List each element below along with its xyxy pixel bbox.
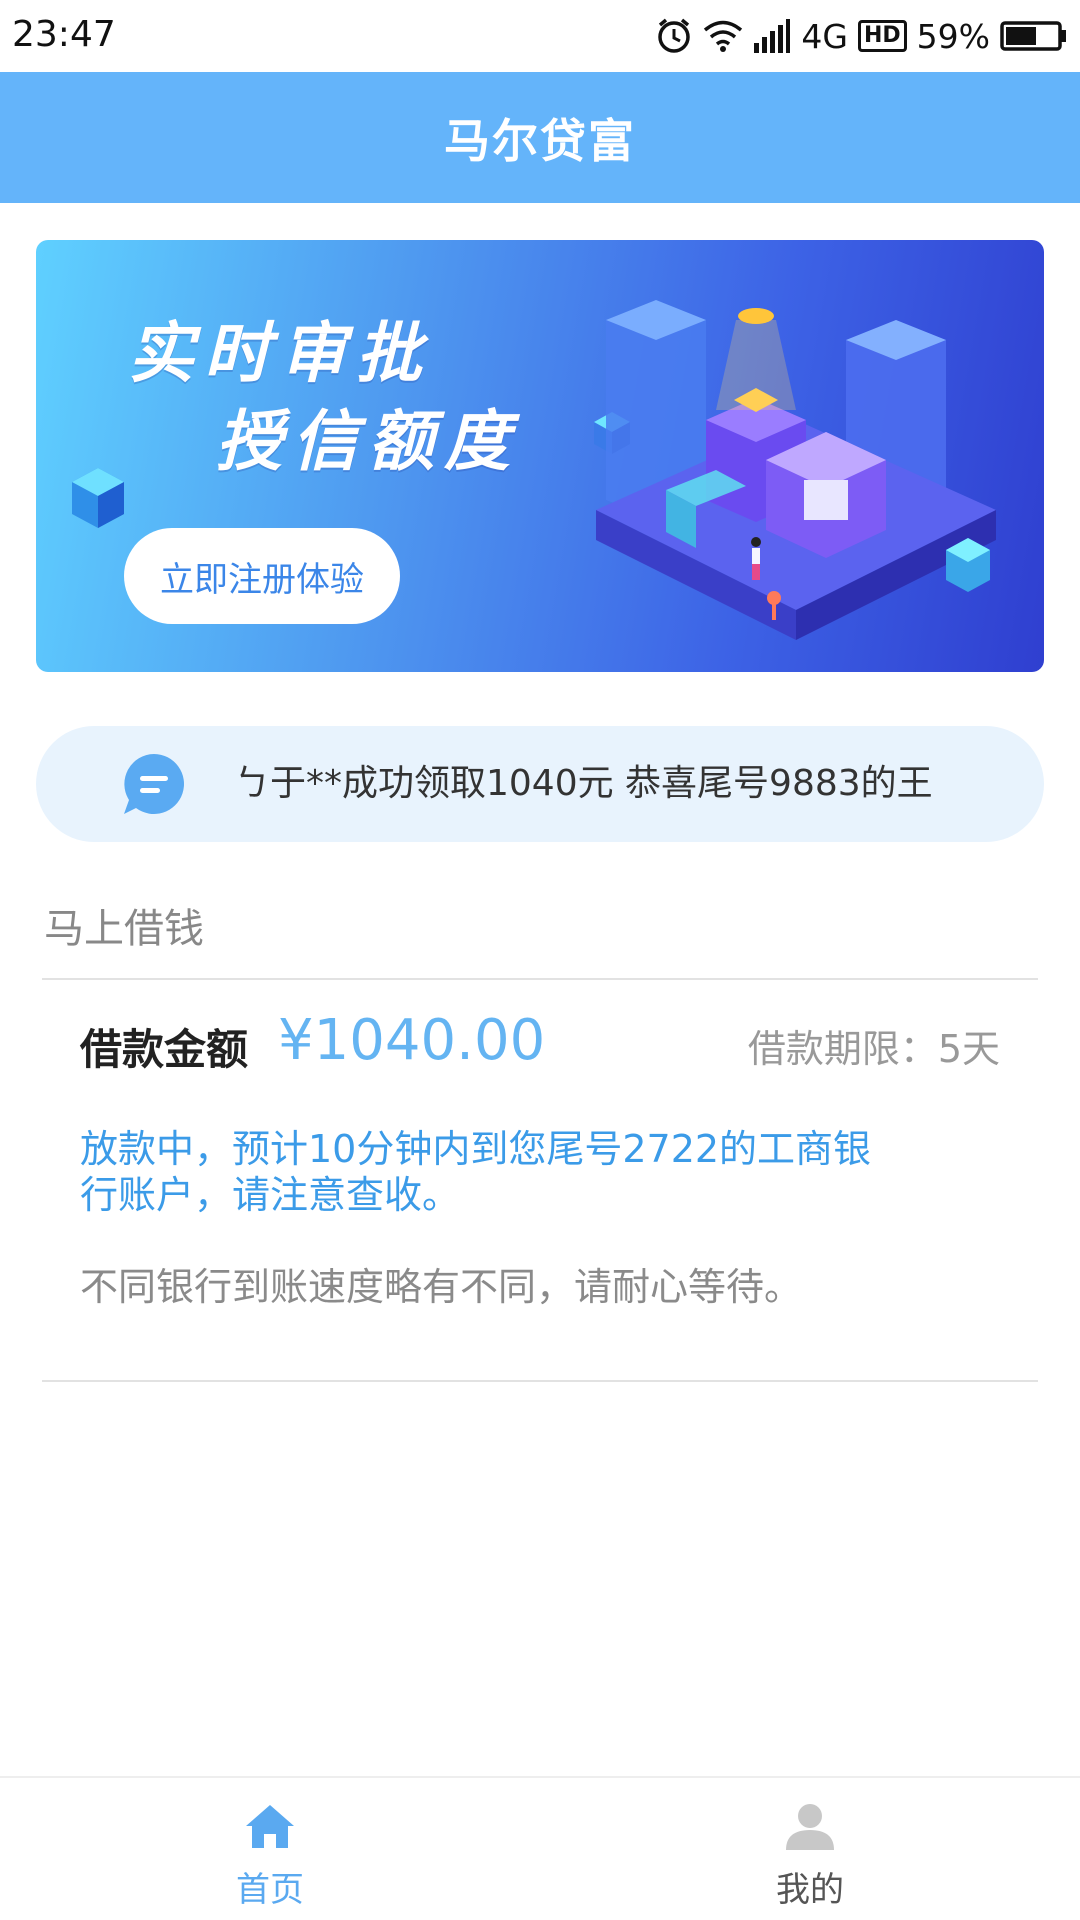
divider [42, 978, 1038, 980]
register-button[interactable]: 立即注册体验 [124, 528, 400, 624]
notice-text: ㄅ于**成功领取1040元 恭喜尾号9883的王 [234, 763, 933, 804]
status-bar: 23:47 4G HD 59% [0, 0, 1080, 72]
signal-icon [754, 19, 791, 53]
nav-item-home[interactable]: 首页 [0, 1778, 540, 1920]
loan-amount-label: 借款金额 [80, 1025, 249, 1074]
bottom-nav: 首页 我的 [0, 1776, 1080, 1920]
page-title: 马尔贷富 [444, 113, 636, 168]
loan-note-text: 不同银行到账速度略有不同，请耐心等待。 [80, 1265, 803, 1309]
app-header: 马尔贷富 [0, 72, 1080, 203]
banner-headline-2: 授信额度 [216, 403, 520, 480]
loan-term: 借款期限：5天 [747, 1027, 1000, 1071]
section-title: 马上借钱 [44, 906, 204, 952]
notice-ticker: ㄅ于**成功领取1040元 恭喜尾号9883的王 [36, 726, 1044, 842]
status-icons: 4G HD 59% [655, 14, 1068, 58]
status-time: 23:47 [12, 14, 116, 55]
nav-label-mine: 我的 [776, 1871, 844, 1909]
chat-bubble-icon [124, 754, 184, 814]
promo-banner[interactable]: 实时审批 授信额度 立即注册体验 [36, 240, 1044, 672]
home-icon [246, 1805, 294, 1848]
wifi-icon [704, 20, 743, 52]
battery-icon [1000, 21, 1066, 51]
hd-badge: HD [857, 20, 907, 52]
alarm-icon [658, 18, 691, 53]
cube-decoration-icon [72, 468, 124, 528]
banner-headline-1: 实时审批 [128, 315, 432, 392]
loan-status-text: 放款中，预计10分钟内到您尾号2722的工商银行账户，请注意查收。 [80, 1127, 872, 1217]
isometric-city-illustration [596, 300, 996, 640]
loan-amount-value: ¥1040.00 [278, 1008, 546, 1073]
network-type: 4G [801, 16, 848, 56]
nav-item-mine[interactable]: 我的 [540, 1778, 1080, 1920]
user-icon [786, 1804, 834, 1850]
divider [42, 1380, 1038, 1382]
nav-label-home: 首页 [236, 1871, 304, 1909]
battery-percent: 59% [916, 16, 990, 56]
